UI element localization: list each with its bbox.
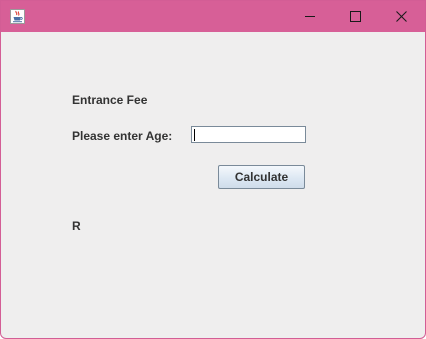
result-label: R [72, 219, 81, 233]
minimize-icon [305, 16, 315, 17]
close-button[interactable] [379, 1, 425, 32]
maximize-button[interactable] [333, 1, 379, 32]
java-cup-icon[interactable] [10, 9, 25, 24]
entrance-fee-label: Entrance Fee [72, 93, 148, 107]
maximize-icon [350, 11, 361, 22]
age-input[interactable] [191, 126, 306, 143]
text-caret [194, 129, 195, 141]
app-window: Entrance Fee Please enter Age: Calculate… [0, 0, 426, 339]
age-label: Please enter Age: [72, 129, 173, 143]
minimize-button[interactable] [287, 1, 333, 32]
calculate-button[interactable]: Calculate [218, 165, 305, 189]
close-icon [396, 11, 407, 22]
title-bar[interactable] [1, 1, 425, 32]
